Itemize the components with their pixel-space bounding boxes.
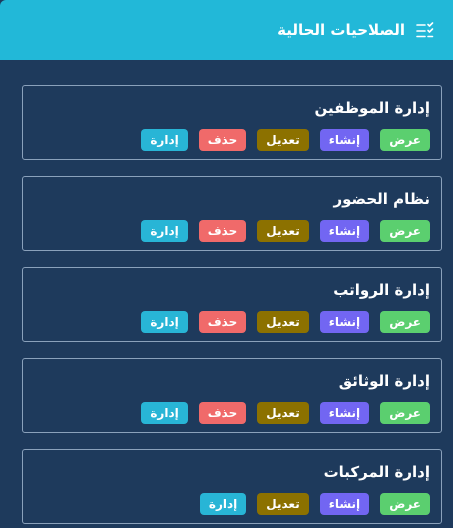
manage-permission-badge[interactable]: إدارة [141, 402, 188, 424]
module-title: نظام الحضور [333, 190, 431, 208]
create-permission-badge[interactable]: إنشاء [319, 402, 370, 424]
permissions-panel: الصلاحيات الحالية إدارة الموظفين عرض إنشاء… [0, 0, 453, 528]
module-card: إدارة الرواتب عرض إنشاء تعديل حذف إدارة [22, 267, 442, 342]
delete-permission-badge[interactable]: حذف [198, 402, 247, 424]
edit-permission-badge[interactable]: تعديل [257, 493, 309, 515]
module-card: نظام الحضور عرض إنشاء تعديل حذف إدارة [22, 176, 442, 251]
edit-permission-badge[interactable]: تعديل [257, 129, 309, 151]
permission-badges: عرض إنشاء تعديل حذف إدارة [34, 129, 430, 151]
create-permission-badge[interactable]: إنشاء [319, 220, 370, 242]
view-permission-badge[interactable]: عرض [380, 129, 430, 151]
manage-permission-badge[interactable]: إدارة [199, 493, 247, 515]
delete-permission-badge[interactable]: حذف [198, 129, 247, 151]
panel-header: الصلاحيات الحالية [0, 0, 453, 60]
view-permission-badge[interactable]: عرض [380, 220, 430, 242]
module-card: إدارة الموظفين عرض إنشاء تعديل حذف إدارة [22, 85, 442, 160]
module-title: إدارة الوثائق [338, 372, 430, 390]
module-card: إدارة الوثائق عرض إنشاء تعديل حذف إدارة [22, 358, 442, 433]
view-permission-badge[interactable]: عرض [380, 493, 430, 515]
edit-permission-badge[interactable]: تعديل [257, 311, 309, 333]
panel-title: الصلاحيات الحالية [277, 21, 405, 39]
create-permission-badge[interactable]: إنشاء [319, 493, 370, 515]
create-permission-badge[interactable]: إنشاء [319, 129, 370, 151]
module-title: إدارة الرواتب [333, 281, 430, 299]
manage-permission-badge[interactable]: إدارة [141, 220, 188, 242]
edit-permission-badge[interactable]: تعديل [257, 220, 309, 242]
permission-badges: عرض إنشاء تعديل حذف إدارة [34, 220, 430, 242]
view-permission-badge[interactable]: عرض [380, 311, 430, 333]
create-permission-badge[interactable]: إنشاء [319, 311, 370, 333]
modules-list: إدارة الموظفين عرض إنشاء تعديل حذف إدارة نظام … [22, 85, 442, 528]
manage-permission-badge[interactable]: إدارة [141, 311, 188, 333]
checklist-icon [415, 20, 435, 40]
permission-badges: عرض إنشاء تعديل حذف إدارة [34, 402, 430, 424]
manage-permission-badge[interactable]: إدارة [141, 129, 188, 151]
permission-badges: عرض إنشاء تعديل حذف إدارة [34, 311, 430, 333]
module-card: إدارة المركبات عرض إنشاء تعديل إدارة [22, 449, 442, 524]
edit-permission-badge[interactable]: تعديل [257, 402, 309, 424]
delete-permission-badge[interactable]: حذف [198, 220, 247, 242]
view-permission-badge[interactable]: عرض [380, 402, 430, 424]
module-title: إدارة الموظفين [314, 99, 430, 117]
module-title: إدارة المركبات [323, 463, 430, 481]
permission-badges: عرض إنشاء تعديل إدارة [34, 493, 430, 515]
delete-permission-badge[interactable]: حذف [198, 311, 247, 333]
